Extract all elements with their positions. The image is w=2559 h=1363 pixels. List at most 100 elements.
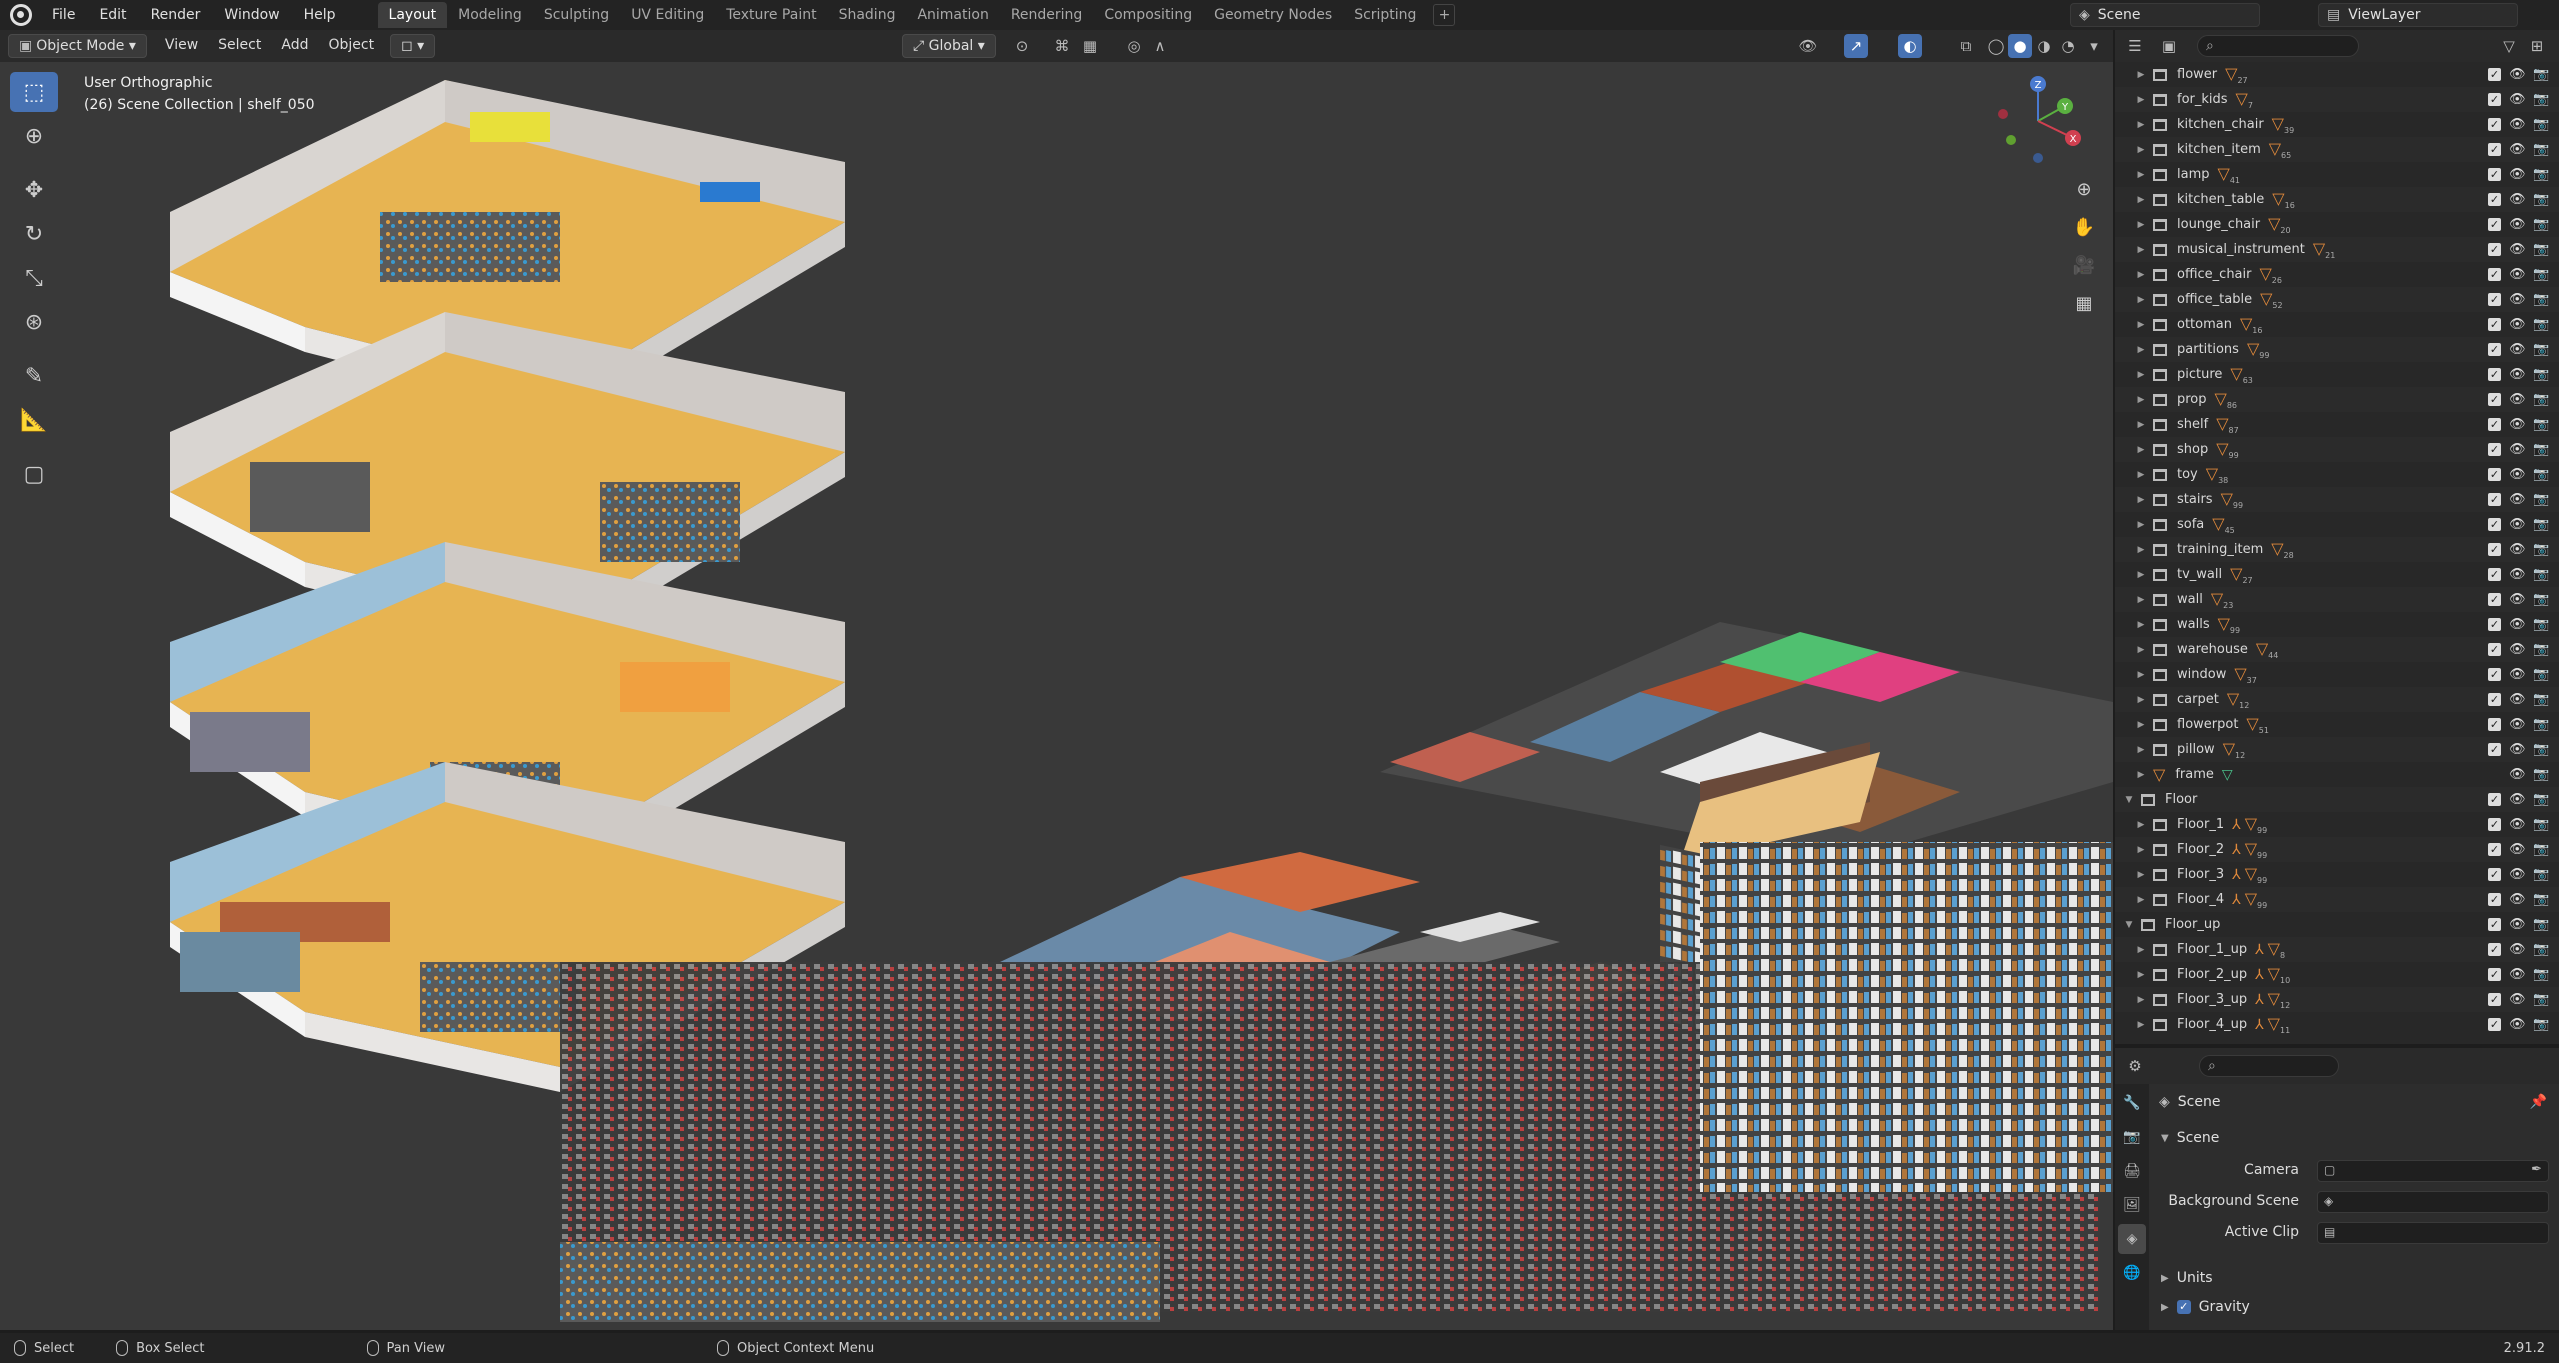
render-tab-icon[interactable]: 📷 <box>2118 1122 2146 1152</box>
collapsed-arrow-icon[interactable]: ▶ <box>2135 1020 2147 1030</box>
exclude-checkbox[interactable]: ✓ <box>2488 443 2501 456</box>
eye-icon[interactable]: 👁 <box>2509 392 2526 407</box>
exclude-checkbox[interactable]: ✓ <box>2488 143 2501 156</box>
exclude-checkbox[interactable]: ✓ <box>2488 268 2501 281</box>
collapsed-arrow-icon[interactable]: ▶ <box>2135 845 2147 855</box>
outliner-item-for-kids[interactable]: ▶ for_kids ▽7 ✓ 👁 📷 <box>2115 87 2559 112</box>
annotate-tool-icon[interactable]: ✎ <box>10 356 58 396</box>
tab-modeling[interactable]: Modeling <box>447 2 533 28</box>
tab-animation[interactable]: Animation <box>906 2 999 28</box>
outliner-collection-floor[interactable]: ▼ Floor ✓ 👁 📷 <box>2115 787 2559 812</box>
collapsed-arrow-icon[interactable]: ▶ <box>2135 820 2147 830</box>
exclude-checkbox[interactable]: ✓ <box>2488 68 2501 81</box>
collapsed-arrow-icon[interactable]: ▶ <box>2135 970 2147 980</box>
menu-file[interactable]: File <box>40 0 87 30</box>
eye-icon[interactable]: 👁 <box>2509 317 2526 332</box>
render-camera-icon[interactable]: 📷 <box>2533 692 2549 707</box>
ortho-grid-icon[interactable]: ▦ <box>2069 288 2099 318</box>
collapsed-arrow-icon[interactable]: ▶ <box>2135 995 2147 1005</box>
outliner-item-training-item[interactable]: ▶ training_item ▽28 ✓ 👁 📷 <box>2115 537 2559 562</box>
falloff-icon[interactable]: ∧ <box>1148 34 1172 58</box>
exclude-checkbox[interactable]: ✓ <box>2488 118 2501 131</box>
visibility-icon[interactable]: 👁 <box>1796 34 1820 58</box>
exclude-checkbox[interactable]: ✓ <box>2488 193 2501 206</box>
eye-icon[interactable]: 👁 <box>2509 342 2526 357</box>
outliner-item-floor-1[interactable]: ▶ Floor_1 ⅄ ▽99 ✓ 👁 📷 <box>2115 812 2559 837</box>
render-camera-icon[interactable]: 📷 <box>2533 242 2549 257</box>
collapsed-arrow-icon[interactable]: ▶ <box>2135 695 2147 705</box>
outliner-item-flowerpot[interactable]: ▶ flowerpot ▽51 ✓ 👁 📷 <box>2115 712 2559 737</box>
outliner-item-carpet[interactable]: ▶ carpet ▽12 ✓ 👁 📷 <box>2115 687 2559 712</box>
pin-icon[interactable]: 📌 <box>2530 1094 2547 1110</box>
eye-icon[interactable]: 👁 <box>2509 667 2526 682</box>
outliner-item-picture[interactable]: ▶ picture ▽63 ✓ 👁 📷 <box>2115 362 2559 387</box>
collapsed-arrow-icon[interactable]: ▶ <box>2135 870 2147 880</box>
eye-icon[interactable]: 👁 <box>2509 617 2526 632</box>
outliner-search-input[interactable]: ⌕ <box>2197 35 2359 57</box>
eye-icon[interactable]: 👁 <box>2509 767 2526 782</box>
outliner-item-kitchen-chair[interactable]: ▶ kitchen_chair ▽39 ✓ 👁 📷 <box>2115 112 2559 137</box>
menu-select[interactable]: Select <box>208 34 271 58</box>
eye-icon[interactable]: 👁 <box>2509 267 2526 282</box>
scene-tab-icon[interactable]: ◈ <box>2118 1224 2146 1254</box>
collapsed-arrow-icon[interactable]: ▶ <box>2135 445 2147 455</box>
pivot-point-icon[interactable]: ⊙ <box>1010 34 1034 58</box>
outliner-item-lounge-chair[interactable]: ▶ lounge_chair ▽20 ✓ 👁 📷 <box>2115 212 2559 237</box>
outliner-item-kitchen-item[interactable]: ▶ kitchen_item ▽65 ✓ 👁 📷 <box>2115 137 2559 162</box>
eye-icon[interactable]: 👁 <box>2509 167 2526 182</box>
snap-target-icon[interactable]: ▦ <box>1078 34 1102 58</box>
render-camera-icon[interactable]: 📷 <box>2533 417 2549 432</box>
blender-logo-icon[interactable] <box>10 4 32 26</box>
world-tab-icon[interactable]: 🌐 <box>2118 1258 2146 1288</box>
collapsed-arrow-icon[interactable]: ▶ <box>2135 170 2147 180</box>
collapsed-arrow-icon[interactable]: ▶ <box>2135 145 2147 155</box>
render-camera-icon[interactable]: 📷 <box>2533 942 2549 957</box>
collapsed-arrow-icon[interactable]: ▶ <box>2135 895 2147 905</box>
transform-orientation-dropdown[interactable]: ⤢ Global ▾ <box>902 34 996 58</box>
render-camera-icon[interactable]: 📷 <box>2533 392 2549 407</box>
render-camera-icon[interactable]: 📷 <box>2533 467 2549 482</box>
render-camera-icon[interactable]: 📷 <box>2533 217 2549 232</box>
render-camera-icon[interactable]: 📷 <box>2533 867 2549 882</box>
collapsed-arrow-icon[interactable]: ▶ <box>2135 595 2147 605</box>
exclude-checkbox[interactable]: ✓ <box>2488 318 2501 331</box>
xray-icon[interactable]: ⧉ <box>1954 34 1978 58</box>
eye-icon[interactable]: 👁 <box>2509 292 2526 307</box>
eye-icon[interactable]: 👁 <box>2509 542 2526 557</box>
render-camera-icon[interactable]: 📷 <box>2533 592 2549 607</box>
pan-hand-icon[interactable]: ✋ <box>2069 212 2099 242</box>
move-tool-icon[interactable]: ✥ <box>10 170 58 210</box>
render-camera-icon[interactable]: 📷 <box>2533 667 2549 682</box>
render-camera-icon[interactable]: 📷 <box>2533 992 2549 1007</box>
expanded-arrow-icon[interactable]: ▼ <box>2123 795 2135 805</box>
collapsed-arrow-icon[interactable]: ▶ <box>2135 945 2147 955</box>
expanded-arrow-icon[interactable]: ▼ <box>2123 920 2135 930</box>
eye-icon[interactable]: 👁 <box>2509 1017 2526 1032</box>
menu-edit[interactable]: Edit <box>87 0 138 30</box>
render-camera-icon[interactable]: 📷 <box>2533 342 2549 357</box>
outliner-item-floor-4[interactable]: ▶ Floor_4 ⅄ ▽99 ✓ 👁 📷 <box>2115 887 2559 912</box>
collapsed-arrow-icon[interactable]: ▶ <box>2135 545 2147 555</box>
collapsed-arrow-icon[interactable]: ▶ <box>2135 470 2147 480</box>
collapsed-arrow-icon[interactable]: ▶ <box>2135 645 2147 655</box>
gizmo-toggle-icon[interactable]: ↗ <box>1844 34 1868 58</box>
object-type-dropdown[interactable]: ◻ ▾ <box>390 34 436 58</box>
background-scene-field[interactable]: ◈ <box>2317 1191 2549 1213</box>
render-camera-icon[interactable]: 📷 <box>2533 492 2549 507</box>
render-camera-icon[interactable]: 📷 <box>2533 917 2549 932</box>
snap-icon[interactable]: ⌘ <box>1050 34 1074 58</box>
exclude-checkbox[interactable]: ✓ <box>2488 168 2501 181</box>
collapsed-arrow-icon[interactable]: ▶ <box>2135 620 2147 630</box>
render-camera-icon[interactable]: 📷 <box>2533 892 2549 907</box>
exclude-checkbox[interactable]: ✓ <box>2488 943 2501 956</box>
object-mode-dropdown[interactable]: ▣ Object Mode ▾ <box>8 34 147 58</box>
outliner-item-floor-1-up[interactable]: ▶ Floor_1_up ⅄ ▽8 ✓ 👁 📷 <box>2115 937 2559 962</box>
eye-icon[interactable]: 👁 <box>2509 192 2526 207</box>
exclude-checkbox[interactable]: ✓ <box>2488 568 2501 581</box>
menu-window[interactable]: Window <box>212 0 291 30</box>
cursor-tool-icon[interactable]: ⊕ <box>10 116 58 156</box>
units-panel-header[interactable]: ▶ Units <box>2161 1270 2213 1286</box>
exclude-checkbox[interactable]: ✓ <box>2488 843 2501 856</box>
editor-type-icon[interactable]: ☰ <box>2123 34 2147 58</box>
measure-tool-icon[interactable]: 📐 <box>10 400 58 440</box>
